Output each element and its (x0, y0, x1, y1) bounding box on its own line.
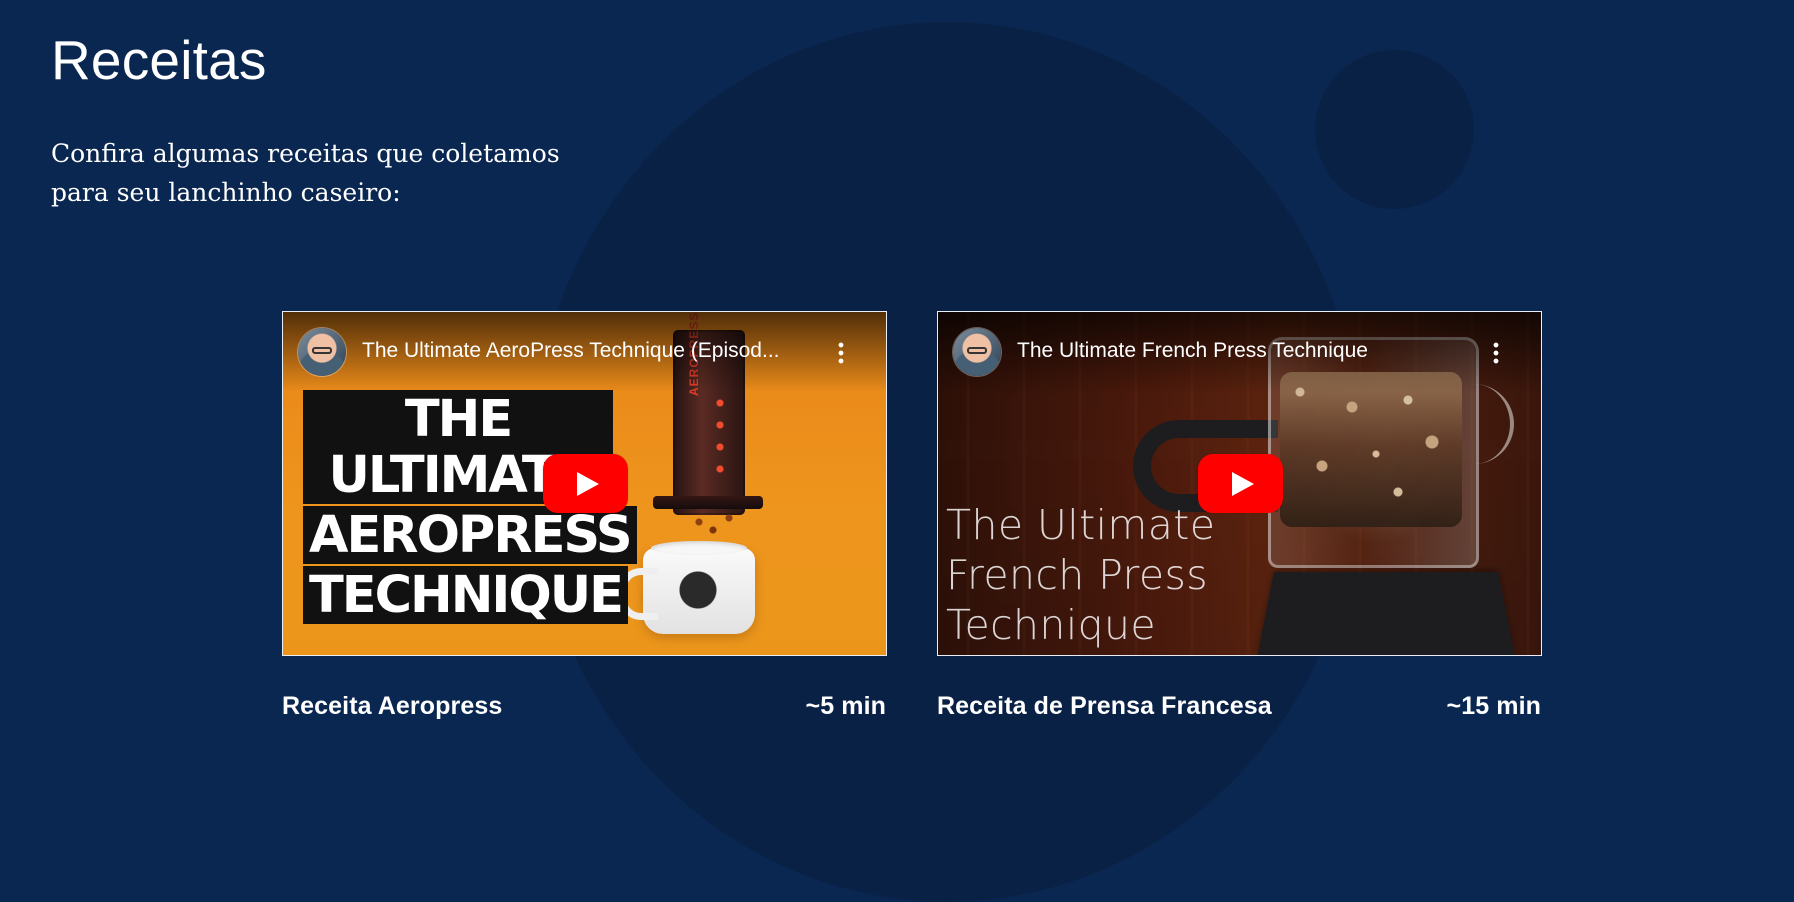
recipe-card-french-press: The Ultimate French Press Technique The … (937, 311, 1542, 721)
video-info-bar: The Ultimate AeroPress Technique (Episod… (283, 312, 886, 392)
more-vertical-icon[interactable] (1493, 342, 1499, 364)
video-info-bar: The Ultimate French Press Technique (938, 312, 1541, 392)
thumbnail-title-french-press: The Ultimate French Press Technique (946, 500, 1215, 650)
recipe-meta-french-press: Receita de Prensa Francesa ~15 min (937, 691, 1542, 721)
aeropress-flange-image (653, 496, 763, 509)
avatar-glasses-icon (967, 347, 987, 354)
coffee-mug-image (619, 541, 755, 634)
page-title: Receitas (51, 29, 267, 91)
youtube-play-icon[interactable] (543, 454, 628, 513)
video-title[interactable]: The Ultimate AeroPress Technique (Episod… (362, 339, 802, 363)
thumbnail-line: French Press (946, 551, 1209, 599)
youtube-play-icon[interactable] (1198, 454, 1283, 513)
channel-avatar[interactable] (953, 328, 1001, 376)
recipes-section: Receitas Confira algumas receitas que co… (0, 0, 1794, 871)
youtube-video-french-press[interactable]: The Ultimate French Press Technique The … (937, 311, 1542, 656)
coffee-bloom-image (1280, 372, 1462, 527)
aeropress-measurement-marks (715, 398, 725, 478)
recipe-card-aeropress: THE ULTIMATE AEROPRESS TECHNIQUE The Ult… (282, 311, 887, 721)
recipe-duration: ~15 min (1446, 692, 1541, 720)
recipe-name: Receita Aeropress (282, 692, 503, 720)
recipe-meta-aeropress: Receita Aeropress ~5 min (282, 691, 887, 721)
channel-avatar[interactable] (298, 328, 346, 376)
avatar-glasses-icon (312, 347, 332, 354)
youtube-video-aeropress[interactable]: THE ULTIMATE AEROPRESS TECHNIQUE The Ult… (282, 311, 887, 656)
video-list: THE ULTIMATE AEROPRESS TECHNIQUE The Ult… (282, 311, 1542, 721)
more-vertical-icon[interactable] (838, 342, 844, 364)
recipe-duration: ~5 min (805, 692, 886, 720)
page-subtitle: Confira algumas receitas que coletamos p… (51, 139, 560, 207)
thumbnail-line: AEROPRESS (303, 506, 637, 564)
thumbnail-line: The Ultimate (946, 501, 1216, 549)
coffee-scale-image (1257, 571, 1515, 655)
recipe-name: Receita de Prensa Francesa (937, 692, 1272, 720)
video-title[interactable]: The Ultimate French Press Technique (1017, 339, 1457, 363)
thumbnail-line: Technique (946, 601, 1157, 649)
thumbnail-line: TECHNIQUE (303, 566, 629, 624)
